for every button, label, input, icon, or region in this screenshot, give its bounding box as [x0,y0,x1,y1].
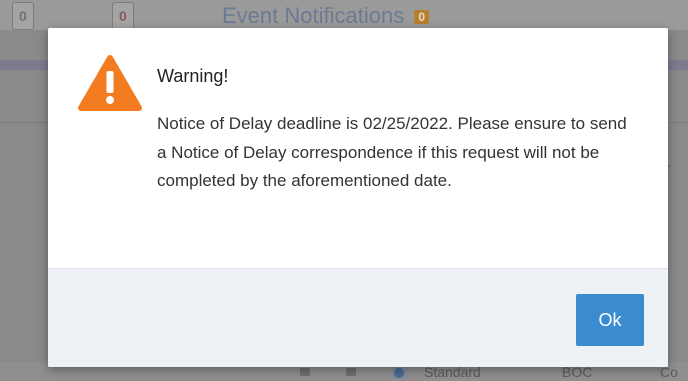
background-control [300,368,310,376]
ok-button[interactable]: Ok [576,294,644,346]
background-control [346,368,356,376]
warning-triangle-icon [78,55,142,111]
dialog-title: Warning! [157,66,229,86]
background-header-badge: 0 [414,10,430,25]
background-counter: 0 [112,2,134,30]
background-header-title: Event Notifications 0 [222,3,430,29]
background-header-title-text: Event Notifications [222,3,405,28]
background-counter: 0 [12,2,34,30]
dialog-message: Notice of Delay deadline is 02/25/2022. … [157,114,627,190]
background-radio [392,366,406,380]
warning-dialog: Warning! Notice of Delay deadline is 02/… [48,28,668,367]
dialog-footer: Ok [48,268,668,367]
dialog-body: Warning! Notice of Delay deadline is 02/… [48,28,668,268]
